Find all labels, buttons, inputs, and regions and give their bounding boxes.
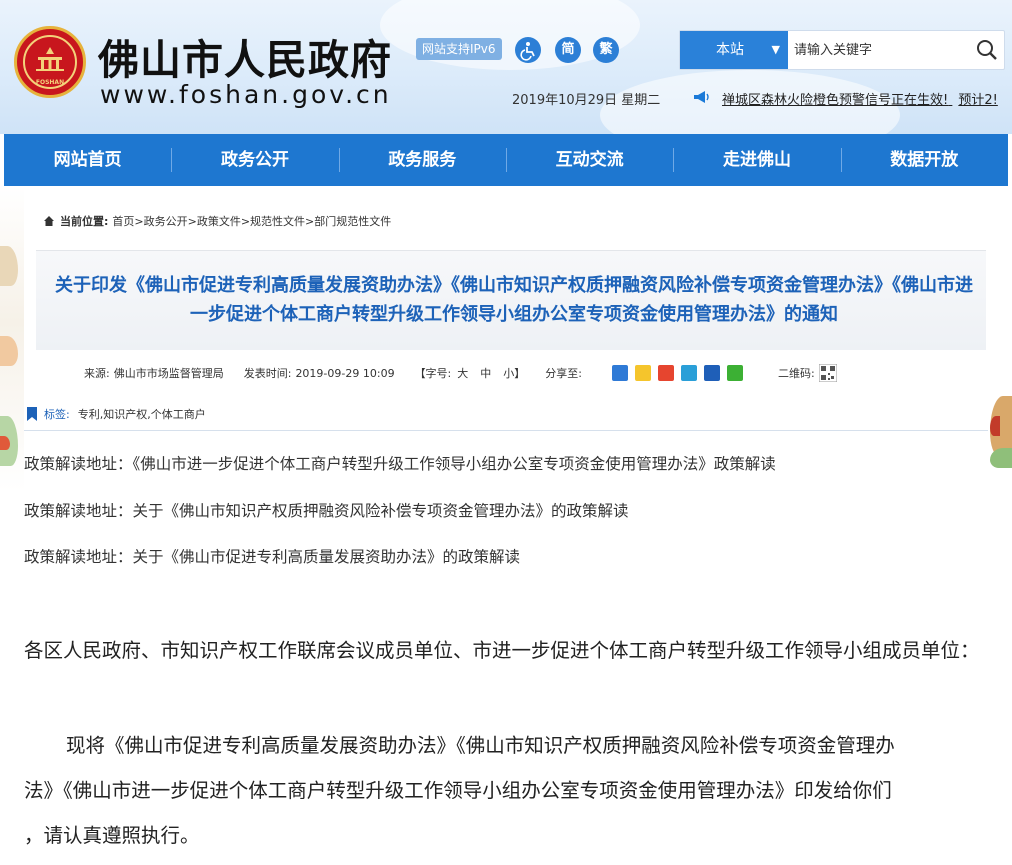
body-paragraph-line: 法》《佛山市进一步促进个体工商户转型升级工作领导小组办公室专项资金使用管理办法》… [24,779,892,802]
share-weibo-icon[interactable] [658,365,674,381]
nav-open-data[interactable]: 数据开放 [840,134,1008,186]
search-box: 本站 ▼ [679,30,1005,70]
font-size-medium[interactable]: 中 [480,365,491,381]
accessibility-button[interactable] [515,37,541,63]
traditional-chinese-button[interactable]: 繁 [593,37,619,63]
right-decoration [990,186,1012,865]
current-date: 2019年10月29日 星期二 [512,93,661,108]
emblem-text: FOSHAN [35,79,65,86]
qr-code-icon[interactable] [818,364,837,382]
share-qzone-icon[interactable] [635,365,651,381]
policy-interpretation-link[interactable]: 政策解读地址：关于《佛山市知识产权质押融资风险补偿专项资金管理办法》的政策解读 [24,499,629,521]
divider [24,430,988,431]
font-size-label: 【字号: [414,367,452,380]
source-value: 佛山市市场监督管理局 [113,367,224,380]
alert-marquee[interactable]: 禅城区森林火险橙色预警信号正在生效! 预计2! [722,89,1012,108]
tags-label: 标签: [44,408,70,421]
left-decoration [0,186,24,865]
site-url: www.foshan.gov.cn [100,80,392,109]
simplified-chinese-button[interactable]: 简 [555,37,581,63]
megaphone-icon [694,91,709,103]
city-emblem-icon[interactable]: FOSHAN [14,26,86,98]
main-nav: 网站首页 政务公开 政务服务 互动交流 走进佛山 数据开放 [4,134,1008,186]
source-label: 来源: [84,367,110,380]
body-paragraph: 各区人民政府、市知识产权工作联席会议成员单位、市进一步促进个体工商户转型升级工作… [24,639,980,662]
article-meta: 来源: 佛山市市场监督管理局 发表时间: 2019-09-29 10:09 【字… [84,364,837,382]
nav-gov-affairs[interactable]: 政务公开 [171,134,338,186]
nav-interaction[interactable]: 互动交流 [505,134,673,186]
site-header: FOSHAN 佛山市人民政府 www.foshan.gov.cn 网站支持IPv… [0,0,1012,134]
search-scope-label: 本站 [716,42,744,58]
time-label: 发表时间: [243,367,292,380]
share-wechat-icon[interactable] [727,365,743,381]
body-paragraph-line: 现将《佛山市促进专利高质量发展资助办法》《佛山市知识产权质押融资风险补偿专项资金… [66,734,895,757]
policy-interpretation-link[interactable]: 政策解读地址：关于《佛山市促进专利高质量发展资助办法》的政策解读 [24,545,520,567]
breadcrumb-label: 当前位置: [60,215,109,228]
font-size-small[interactable]: 小】 [503,365,525,381]
share-renren-icon[interactable] [704,365,720,381]
wheelchair-icon [520,42,535,61]
search-scope-select[interactable]: 本站 ▼ [680,31,788,69]
title-box: 关于印发《佛山市促进专利高质量发展资助办法》《佛山市知识产权质押融资风险补偿专项… [36,250,986,350]
alert-message[interactable]: 禅城区森林火险橙色预警信号正在生效! [722,93,948,108]
article-title: 关于印发《佛山市促进专利高质量发展资助办法》《佛山市知识产权质押融资风险补偿专项… [55,275,973,325]
search-input[interactable] [790,31,970,69]
body-paragraph-line: ，请认真遵照执行。 [24,824,200,847]
chevron-down-icon: ▼ [771,43,780,56]
alert-message-next[interactable]: 预计2! [958,93,997,108]
nav-gov-services[interactable]: 政务服务 [338,134,506,186]
breadcrumb: 当前位置: 首页>政务公开>政策文件>规范性文件>部门规范性文件 [42,213,391,229]
nav-home[interactable]: 网站首页 [4,134,171,186]
article-content: 当前位置: 首页>政务公开>政策文件>规范性文件>部门规范性文件 关于印发《佛山… [24,186,988,865]
decoration-shape [0,246,18,286]
search-icon[interactable] [976,39,998,61]
decoration-shape [0,436,10,450]
qr-label: 二维码: [778,367,815,380]
font-size-large[interactable]: 大 [457,365,468,381]
site-title[interactable]: 佛山市人民政府 [98,26,392,86]
nav-about-foshan[interactable]: 走进佛山 [673,134,840,186]
bookmark-icon [27,407,37,421]
decoration-shape [990,448,1012,468]
breadcrumb-path[interactable]: 首页>政务公开>政策文件>规范性文件>部门规范性文件 [112,213,391,229]
tags-row: 标签: 专利,知识产权,个体工商户 [26,406,206,422]
ipv6-badge: 网站支持IPv6 [416,38,502,60]
decoration-shape [990,416,1000,436]
share-label: 分享至: [545,367,582,380]
time-value: 2019-09-29 10:09 [295,366,395,380]
policy-interpretation-link[interactable]: 政策解读地址：《佛山市进一步促进个体工商户转型升级工作领导小组办公室专项资金使用… [24,452,776,474]
emblem-building-icon [36,47,64,71]
location-icon [44,216,54,226]
share-plus-icon[interactable] [612,365,628,381]
decoration-shape [0,336,18,366]
share-tencent-icon[interactable] [681,365,697,381]
tags-list[interactable]: 专利,知识产权,个体工商户 [78,406,206,422]
